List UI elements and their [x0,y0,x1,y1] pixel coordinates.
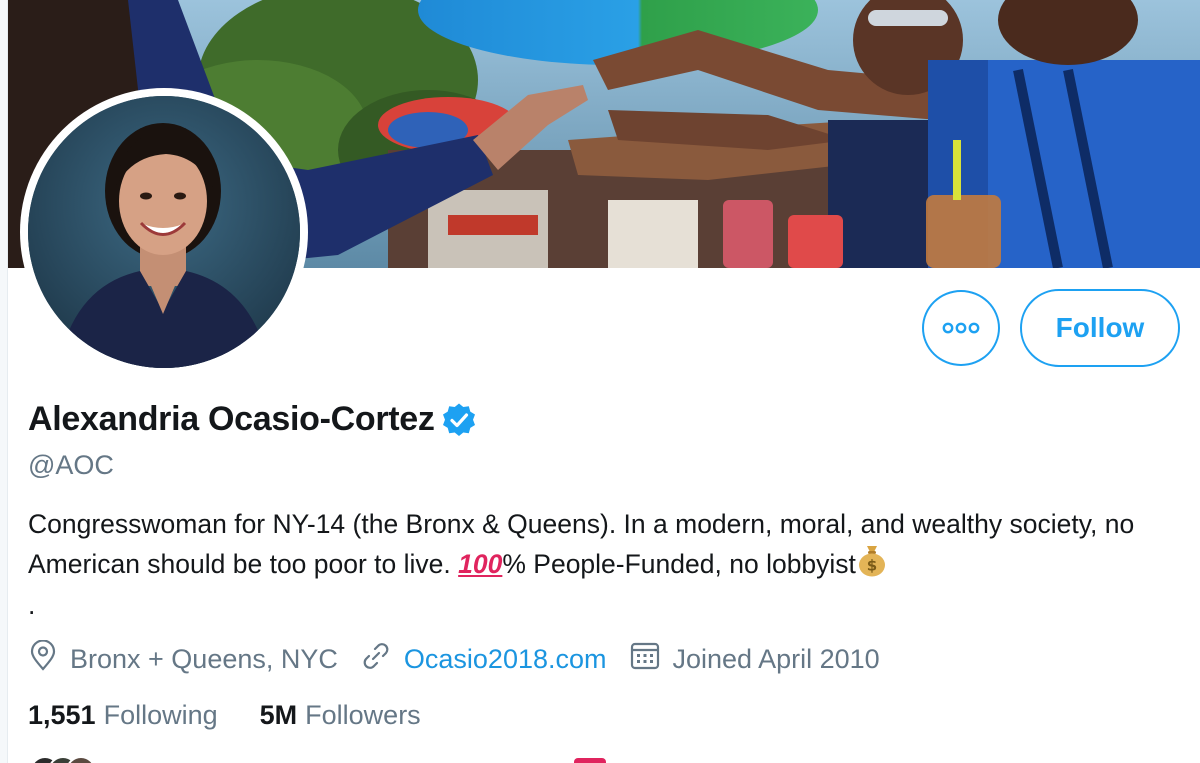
calendar-icon [629,640,673,679]
following-label: Following [103,700,218,730]
location-pin-icon [28,639,70,679]
profile-website[interactable]: Ocasio2018.com [360,640,607,679]
location-text: Bronx + Queens, NYC [70,644,338,674]
followed-by-avatars[interactable] [30,756,96,763]
profile-avatar[interactable] [20,88,308,376]
following-count: 1,551 [28,700,96,730]
profile-meta-row: Bronx + Queens, NYC Ocasio2018.com Joine… [28,639,880,679]
profile-bio: Congresswoman for NY-14 (the Bronx & Que… [28,506,1178,624]
profile-stats: 1,551 Following 5M Followers [28,700,421,731]
left-divider [0,0,8,763]
profile-page: Follow Alexandria Ocasio-Cortez @AOC Con… [0,0,1200,763]
follow-button-label: Follow [1055,312,1145,343]
following-stat[interactable]: 1,551 Following [28,700,218,731]
follow-button[interactable]: Follow [1020,289,1180,367]
profile-location: Bronx + Queens, NYC [28,639,338,679]
website-link[interactable]: Ocasio2018.com [404,644,607,675]
followers-stat[interactable]: 5M Followers [260,700,421,731]
money-bag-emoji: $ [856,543,888,587]
bio-text-2: % People-Funded, no lobbyist [502,549,856,579]
more-options-button[interactable] [922,290,1000,366]
verified-badge-icon [441,402,477,438]
hundred-points-emoji: 100 [458,549,503,579]
bio-trailing: . [28,590,36,620]
followers-count: 5M [259,700,298,730]
join-date-text: Joined April 2010 [672,644,880,674]
more-options-icon [942,322,980,334]
profile-join-date: Joined April 2010 [629,640,880,679]
profile-handle: @AOC [28,450,114,480]
link-icon [360,640,404,679]
display-name: Alexandria Ocasio-Cortez [28,400,435,438]
svg-text:$: $ [867,557,877,575]
followers-label: Followers [305,700,421,730]
profile-name-row: Alexandria Ocasio-Cortez [28,400,477,439]
emoji-fragment [574,758,606,763]
